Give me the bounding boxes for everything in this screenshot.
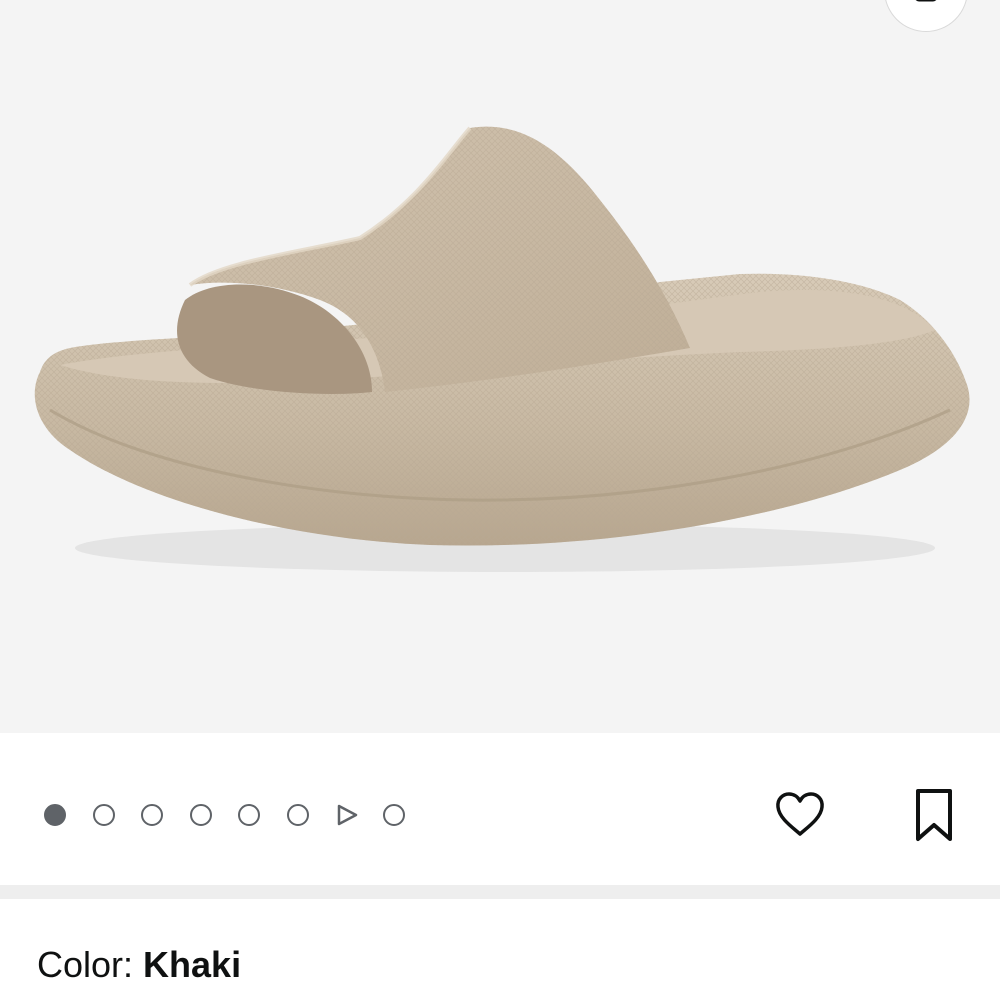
wishlist-button[interactable] <box>772 787 828 843</box>
image-indicators[interactable] <box>44 803 432 827</box>
gallery-controls <box>0 733 1000 885</box>
indicator-1[interactable] <box>44 804 66 826</box>
indicator-8[interactable] <box>383 804 405 826</box>
indicator-5[interactable] <box>238 804 260 826</box>
heart-icon <box>776 792 824 836</box>
product-image-area[interactable] <box>0 0 1000 733</box>
save-button[interactable] <box>906 785 962 845</box>
indicator-2[interactable] <box>92 804 115 826</box>
product-image[interactable] <box>0 0 1000 733</box>
color-label: Color: <box>37 944 144 985</box>
indicator-4[interactable] <box>189 804 212 826</box>
indicator-6[interactable] <box>286 804 309 826</box>
section-divider <box>0 885 1000 899</box>
bookmark-icon <box>916 789 952 841</box>
indicator-3[interactable] <box>141 804 163 826</box>
product-page: Color: Khaki <box>0 0 1000 1000</box>
color-value: Khaki <box>143 944 242 985</box>
square-icon <box>915 0 937 2</box>
play-icon[interactable] <box>335 803 359 827</box>
color-selector[interactable]: Color: Khaki <box>37 941 241 989</box>
